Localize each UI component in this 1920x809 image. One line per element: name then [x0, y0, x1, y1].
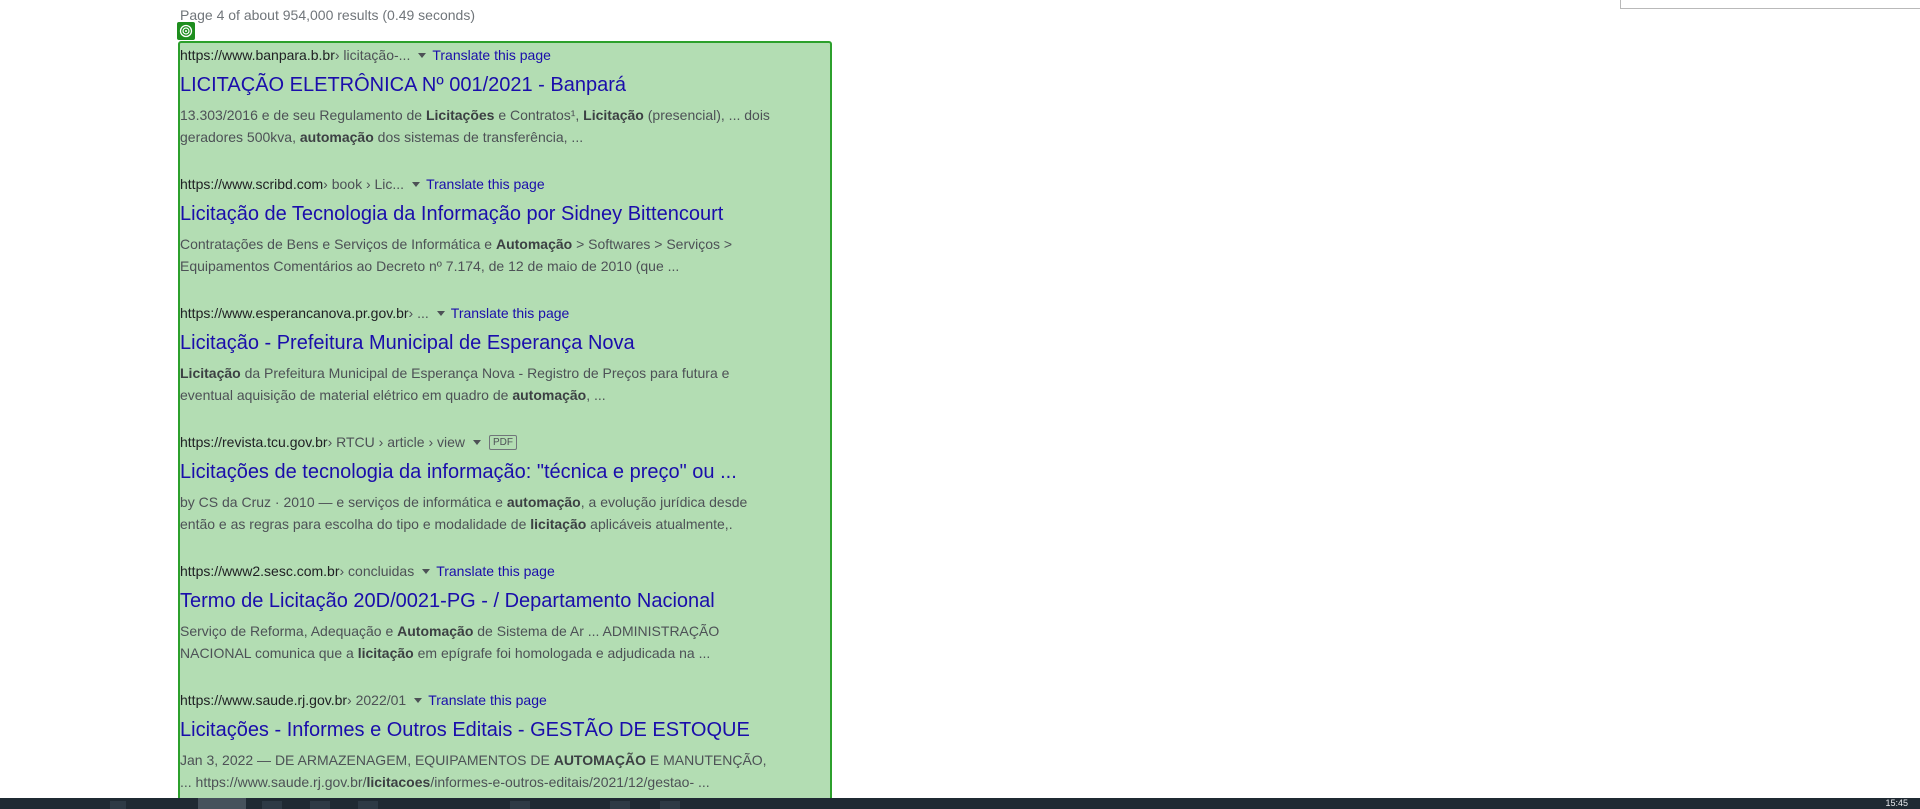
snippet-keyword: licitacoes	[366, 774, 431, 790]
snippet-keyword: licitação	[357, 645, 414, 661]
search-result: https://www2.sesc.com.br › concluidas Tra…	[180, 560, 820, 689]
search-result: https://www.scribd.com › book › Lic... Tr…	[180, 173, 820, 302]
snippet-keyword: Automação	[397, 623, 474, 639]
taskbar-item[interactable]	[610, 801, 630, 809]
result-title-link[interactable]: Licitação - Prefeitura Municipal de Espe…	[180, 330, 820, 356]
search-result: https://revista.tcu.gov.br › RTCU › arti…	[180, 431, 820, 560]
taskbar-item[interactable]	[262, 801, 282, 809]
snippet-keyword: automação	[512, 387, 587, 403]
translate-page-link[interactable]: Translate this page	[426, 176, 545, 192]
result-options-caret-icon[interactable]	[473, 439, 482, 445]
taskbar-clock: 15:45	[1885, 798, 1908, 808]
result-options-caret-icon[interactable]	[422, 568, 431, 574]
result-options-caret-icon[interactable]	[418, 52, 427, 58]
result-url-line[interactable]: https://revista.tcu.gov.br › RTCU › arti…	[180, 431, 820, 453]
result-breadcrumb: › concluidas	[339, 563, 415, 579]
pdf-badge: PDF	[489, 434, 518, 450]
translate-page-link[interactable]: Translate this page	[432, 47, 551, 63]
translate-page-link[interactable]: Translate this page	[451, 305, 570, 321]
search-result: https://www.banpara.b.br › licitação-...…	[180, 44, 820, 173]
taskbar-item[interactable]	[358, 801, 378, 809]
result-snippet: Serviço de Reforma, Adequação e Automaçã…	[180, 620, 780, 664]
result-url-line[interactable]: https://www.saude.rj.gov.br › 2022/01 Tra…	[180, 689, 820, 711]
result-breadcrumb: › book › Lic...	[323, 176, 405, 192]
snippet-text: Contratações de Bens e Serviços de Infor…	[180, 236, 496, 252]
snippet-text: by CS da Cruz · 2010 — e serviços de inf…	[180, 494, 507, 510]
result-url-line[interactable]: https://www.scribd.com › book › Lic... Tr…	[180, 173, 820, 195]
taskbar-item[interactable]	[110, 801, 126, 809]
taskbar-item[interactable]	[310, 801, 330, 809]
snippet-text: /informes-e-outros-editais/2021/12/gesta…	[430, 774, 710, 790]
search-results-page: Page 4 of about 954,000 results (0.49 se…	[0, 0, 1920, 809]
result-stats: Page 4 of about 954,000 results (0.49 se…	[180, 7, 475, 23]
result-domain: https://www.saude.rj.gov.br	[180, 692, 348, 708]
taskbar-active-item[interactable]	[198, 798, 246, 809]
result-domain: https://www2.sesc.com.br	[180, 563, 340, 579]
top-right-panel-edge	[1620, 0, 1920, 9]
snippet-text: e Contratos¹,	[494, 107, 584, 123]
translate-page-link[interactable]: Translate this page	[436, 563, 555, 579]
result-breadcrumb: › ...	[408, 305, 429, 321]
target-marker-icon	[177, 22, 195, 40]
snippet-text: Serviço de Reforma, Adequação e	[180, 623, 398, 639]
result-snippet: Licitação da Prefeitura Municipal de Esp…	[180, 362, 780, 406]
snippet-keyword: Automação	[495, 236, 573, 252]
result-domain: https://www.banpara.b.br	[180, 47, 335, 63]
snippet-text: , ...	[586, 387, 606, 403]
snippet-text: da Prefeitura Municipal de Esperança Nov…	[180, 365, 734, 403]
result-domain: https://www.scribd.com	[180, 176, 324, 192]
snippet-keyword: Licitação	[583, 107, 644, 123]
result-snippet: Contratações de Bens e Serviços de Infor…	[180, 233, 780, 277]
result-options-caret-icon[interactable]	[436, 310, 445, 316]
result-domain: https://revista.tcu.gov.br	[180, 434, 328, 450]
snippet-keyword: automação	[506, 494, 581, 510]
snippet-keyword: Licitação	[180, 365, 241, 381]
snippet-text: Jan 3, 2022 — DE ARMAZENAGEM, EQUIPAMENT…	[180, 752, 554, 768]
result-snippet: 13.303/2016 e de seu Regulamento de Lici…	[180, 104, 780, 148]
result-title-link[interactable]: Licitações de tecnologia da informação: …	[180, 459, 820, 485]
result-domain: https://www.esperancanova.pr.gov.br	[180, 305, 409, 321]
search-result: https://www.saude.rj.gov.br › 2022/01 Tra…	[180, 689, 820, 809]
translate-page-link[interactable]: Translate this page	[428, 692, 547, 708]
result-title-link[interactable]: Licitações - Informes e Outros Editais -…	[180, 717, 820, 743]
snippet-text: aplicáveis atualmente,.	[586, 516, 733, 532]
snippet-text: 13.303/2016 e de seu Regulamento de	[180, 107, 426, 123]
result-url-line[interactable]: https://www.banpara.b.br › licitação-...…	[180, 44, 820, 66]
result-options-caret-icon[interactable]	[412, 181, 421, 187]
result-snippet: by CS da Cruz · 2010 — e serviços de inf…	[180, 491, 780, 535]
taskbar-item[interactable]	[510, 801, 530, 809]
snippet-text: em epígrafe foi homologada e adjudicada …	[413, 645, 711, 661]
result-url-line[interactable]: https://www2.sesc.com.br › concluidas Tra…	[180, 560, 820, 582]
result-url-line[interactable]: https://www.esperancanova.pr.gov.br › ..…	[180, 302, 820, 324]
snippet-text: dos sistemas de transferência, ...	[373, 129, 584, 145]
snippet-keyword: licitação	[530, 516, 587, 532]
search-result: https://www.esperancanova.pr.gov.br › ..…	[180, 302, 820, 431]
result-title-link[interactable]: LICITAÇÃO ELETRÔNICA Nº 001/2021 - Banpa…	[180, 72, 820, 98]
pdf-badge-label: PDF	[493, 436, 514, 448]
snippet-keyword: automação	[299, 129, 374, 145]
result-options-caret-icon[interactable]	[414, 697, 423, 703]
result-title-link[interactable]: Licitação de Tecnologia da Informação po…	[180, 201, 820, 227]
snippet-keyword: Licitações	[425, 107, 495, 123]
result-breadcrumb: › RTCU › article › view	[327, 434, 466, 450]
result-snippet: Jan 3, 2022 — DE ARMAZENAGEM, EQUIPAMENT…	[180, 749, 780, 793]
result-breadcrumb: › 2022/01	[347, 692, 407, 708]
result-breadcrumb: › licitação-...	[334, 47, 411, 63]
results-list: https://www.banpara.b.br › licitação-...…	[180, 44, 820, 809]
taskbar-item[interactable]	[660, 801, 680, 809]
taskbar: 15:45	[0, 798, 1920, 809]
snippet-keyword: AUTOMAÇÃO	[553, 752, 646, 768]
result-title-link[interactable]: Termo de Licitação 20D/0021-PG - / Depar…	[180, 588, 820, 614]
